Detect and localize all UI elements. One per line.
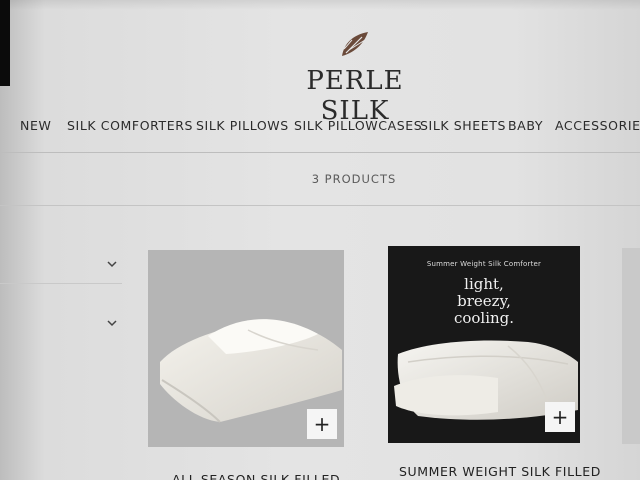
brand-name: PERLE SILK [306, 66, 404, 126]
nav-item-new[interactable]: NEW [20, 118, 51, 133]
image-tagline: light, breezy, cooling. [388, 276, 580, 327]
main-nav: NEW SILK COMFORTERS SILK PILLOWS SILK PI… [14, 118, 640, 136]
divider [0, 152, 640, 153]
nav-item-baby[interactable]: BABY [508, 118, 543, 133]
filter-toggle[interactable] [0, 300, 122, 340]
nav-item-accessories[interactable]: ACCESSORIES [555, 118, 640, 133]
page: PERLE SILK NEW SILK COMFORTERS SILK PILL… [0, 0, 640, 480]
tagline-line: breezy, [457, 292, 511, 310]
nav-item-silk-comforters[interactable]: SILK COMFORTERS [67, 118, 193, 133]
tagline-line: cooling. [453, 309, 515, 327]
product-image[interactable]: + [148, 250, 344, 447]
brand-logo[interactable]: PERLE SILK [300, 28, 410, 126]
divider [0, 205, 640, 206]
top-shadow [0, 0, 640, 10]
nav-item-silk-pillowcases[interactable]: SILK PILLOWCASES [294, 118, 422, 133]
product-title[interactable]: ALL SEASON SILK FILLED [172, 472, 340, 480]
product-card[interactable]: + ALL SEASON SILK FILLED [148, 250, 344, 480]
product-title[interactable]: SUMMER WEIGHT SILK FILLED [399, 464, 601, 479]
filter-toggle[interactable] [0, 244, 122, 284]
tagline-line: light, [464, 275, 504, 293]
quick-add-button[interactable]: + [307, 409, 337, 439]
nav-item-silk-sheets[interactable]: SILK SHEETS [420, 118, 506, 133]
leaf-logo-icon [342, 32, 368, 56]
quick-add-button[interactable]: + [545, 402, 575, 432]
nav-item-silk-pillows[interactable]: SILK PILLOWS [196, 118, 289, 133]
product-card[interactable]: Summer Weight Silk Comforter light, bree… [388, 246, 600, 480]
product-image-partial[interactable] [622, 248, 640, 444]
image-caption: Summer Weight Silk Comforter [426, 260, 542, 268]
chevron-down-icon [107, 320, 117, 327]
product-count: 3 PRODUCTS [311, 172, 397, 186]
divider [0, 283, 122, 284]
chevron-down-icon [107, 261, 117, 268]
screen-bezel [0, 0, 10, 86]
product-image[interactable]: Summer Weight Silk Comforter light, bree… [388, 246, 580, 443]
